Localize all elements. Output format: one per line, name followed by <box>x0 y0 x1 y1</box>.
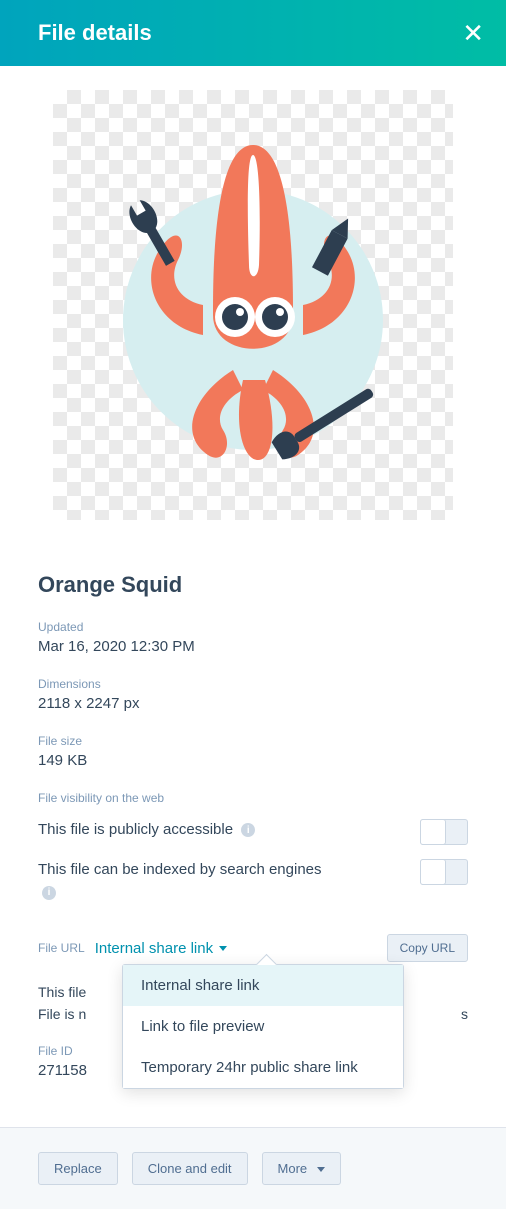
copy-url-button[interactable]: Copy URL <box>387 934 468 962</box>
public-access-label: This file is publicly accessible <box>38 821 233 838</box>
file-url-label: File URL <box>38 941 85 955</box>
image-preview <box>53 90 453 520</box>
chevron-down-icon <box>317 1167 325 1172</box>
updated-block: Updated Mar 16, 2020 12:30 PM <box>38 620 468 655</box>
index-text: This file can be indexed by search engin… <box>38 859 338 904</box>
updated-value: Mar 16, 2020 12:30 PM <box>38 638 468 655</box>
share-link-select[interactable]: Internal share link <box>95 940 227 957</box>
share-link-dropdown: Internal share link Link to file preview… <box>122 964 404 1089</box>
index-label: This file can be indexed by search engin… <box>38 861 322 878</box>
more-button-label: More <box>278 1161 308 1176</box>
index-toggle[interactable] <box>420 859 468 885</box>
file-size-value: 149 KB <box>38 752 468 769</box>
url-hint-prefix: File is n <box>38 1006 86 1022</box>
dimensions-label: Dimensions <box>38 677 468 691</box>
share-option-preview[interactable]: Link to file preview <box>123 1006 403 1047</box>
dimensions-value: 2118 x 2247 px <box>38 695 468 712</box>
replace-button[interactable]: Replace <box>38 1152 118 1185</box>
index-row: This file can be indexed by search engin… <box>38 859 468 904</box>
panel-footer: Replace Clone and edit More <box>0 1127 506 1209</box>
share-link-selected: Internal share link <box>95 940 213 957</box>
updated-label: Updated <box>38 620 468 634</box>
visibility-block: File visibility on the web This file is … <box>38 791 468 904</box>
share-option-internal[interactable]: Internal share link <box>123 965 403 1006</box>
close-icon[interactable]: ✕ <box>462 20 484 46</box>
share-option-temporary[interactable]: Temporary 24hr public share link <box>123 1047 403 1088</box>
file-size-label: File size <box>38 734 468 748</box>
panel-body: Orange Squid Updated Mar 16, 2020 12:30 … <box>0 66 506 1079</box>
dimensions-block: Dimensions 2118 x 2247 px <box>38 677 468 712</box>
public-access-text: This file is publicly accessible i <box>38 819 255 842</box>
panel-header: File details ✕ <box>0 0 506 66</box>
info-icon[interactable]: i <box>241 823 255 837</box>
info-icon[interactable]: i <box>42 886 56 900</box>
file-name: Orange Squid <box>38 572 468 598</box>
file-size-block: File size 149 KB <box>38 734 468 769</box>
chevron-down-icon <box>219 946 227 951</box>
public-access-row: This file is publicly accessible i <box>38 819 468 845</box>
public-access-toggle[interactable] <box>420 819 468 845</box>
more-button[interactable]: More <box>262 1152 341 1185</box>
url-hint-suffix: s <box>461 1006 468 1022</box>
panel-title: File details <box>38 20 152 46</box>
file-url-row: File URL Internal share link Copy URL In… <box>38 934 468 962</box>
visibility-section-label: File visibility on the web <box>38 791 468 805</box>
squid-illustration <box>83 125 423 485</box>
clone-edit-button[interactable]: Clone and edit <box>132 1152 248 1185</box>
